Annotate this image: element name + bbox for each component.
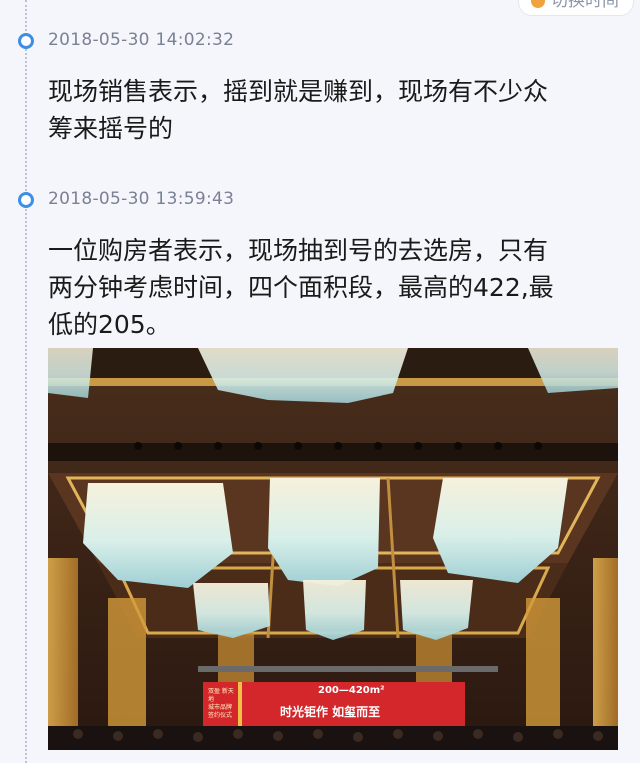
- entry-text: 一位购房者表示，现场抽到号的去选房，只有 两分钟考虑时间，四个面积段，最高的42…: [48, 232, 608, 343]
- switch-time-label: 切换时间: [551, 0, 619, 11]
- entry-text-line: 筹来摇号的: [48, 114, 174, 143]
- entry-timestamp: 2018-05-30 14:02:32: [48, 30, 235, 50]
- entry-text-line: 两分钟考虑时间，四个面积段，最高的422,最: [48, 273, 554, 302]
- entry-text-line: 一位购房者表示，现场抽到号的去选房，只有: [48, 236, 549, 265]
- banner-main-text: 时光钜作 如玺而至: [280, 705, 381, 719]
- entry-text-line: 现场销售表示，摇到就是赚到，现场有不少众: [48, 77, 549, 106]
- event-hall-photo[interactable]: 双盈 新天地 城市品牌 签约仪式 200—420m² 时光钜作 如玺而至: [48, 348, 618, 750]
- banner-left-line: 双盈 新天地: [208, 688, 234, 703]
- clock-icon: [531, 0, 545, 8]
- entry-text-line: 低的205。: [48, 310, 171, 339]
- timeline-dot-icon: [18, 33, 34, 49]
- banner-left-line: 签约仪式: [208, 712, 233, 719]
- timeline-line: [25, 0, 27, 763]
- timeline-dot-icon: [18, 192, 34, 208]
- entry-timestamp: 2018-05-30 13:59:43: [48, 189, 235, 209]
- banner-left-line: 城市品牌: [208, 704, 233, 711]
- switch-time-button[interactable]: 切换时间: [518, 0, 634, 16]
- banner-area-text: 200—420m²: [318, 685, 385, 696]
- entry-text: 现场销售表示，摇到就是赚到，现场有不少众 筹来摇号的: [48, 73, 608, 147]
- banner-left-text: 双盈 新天地 城市品牌 签约仪式: [208, 688, 238, 720]
